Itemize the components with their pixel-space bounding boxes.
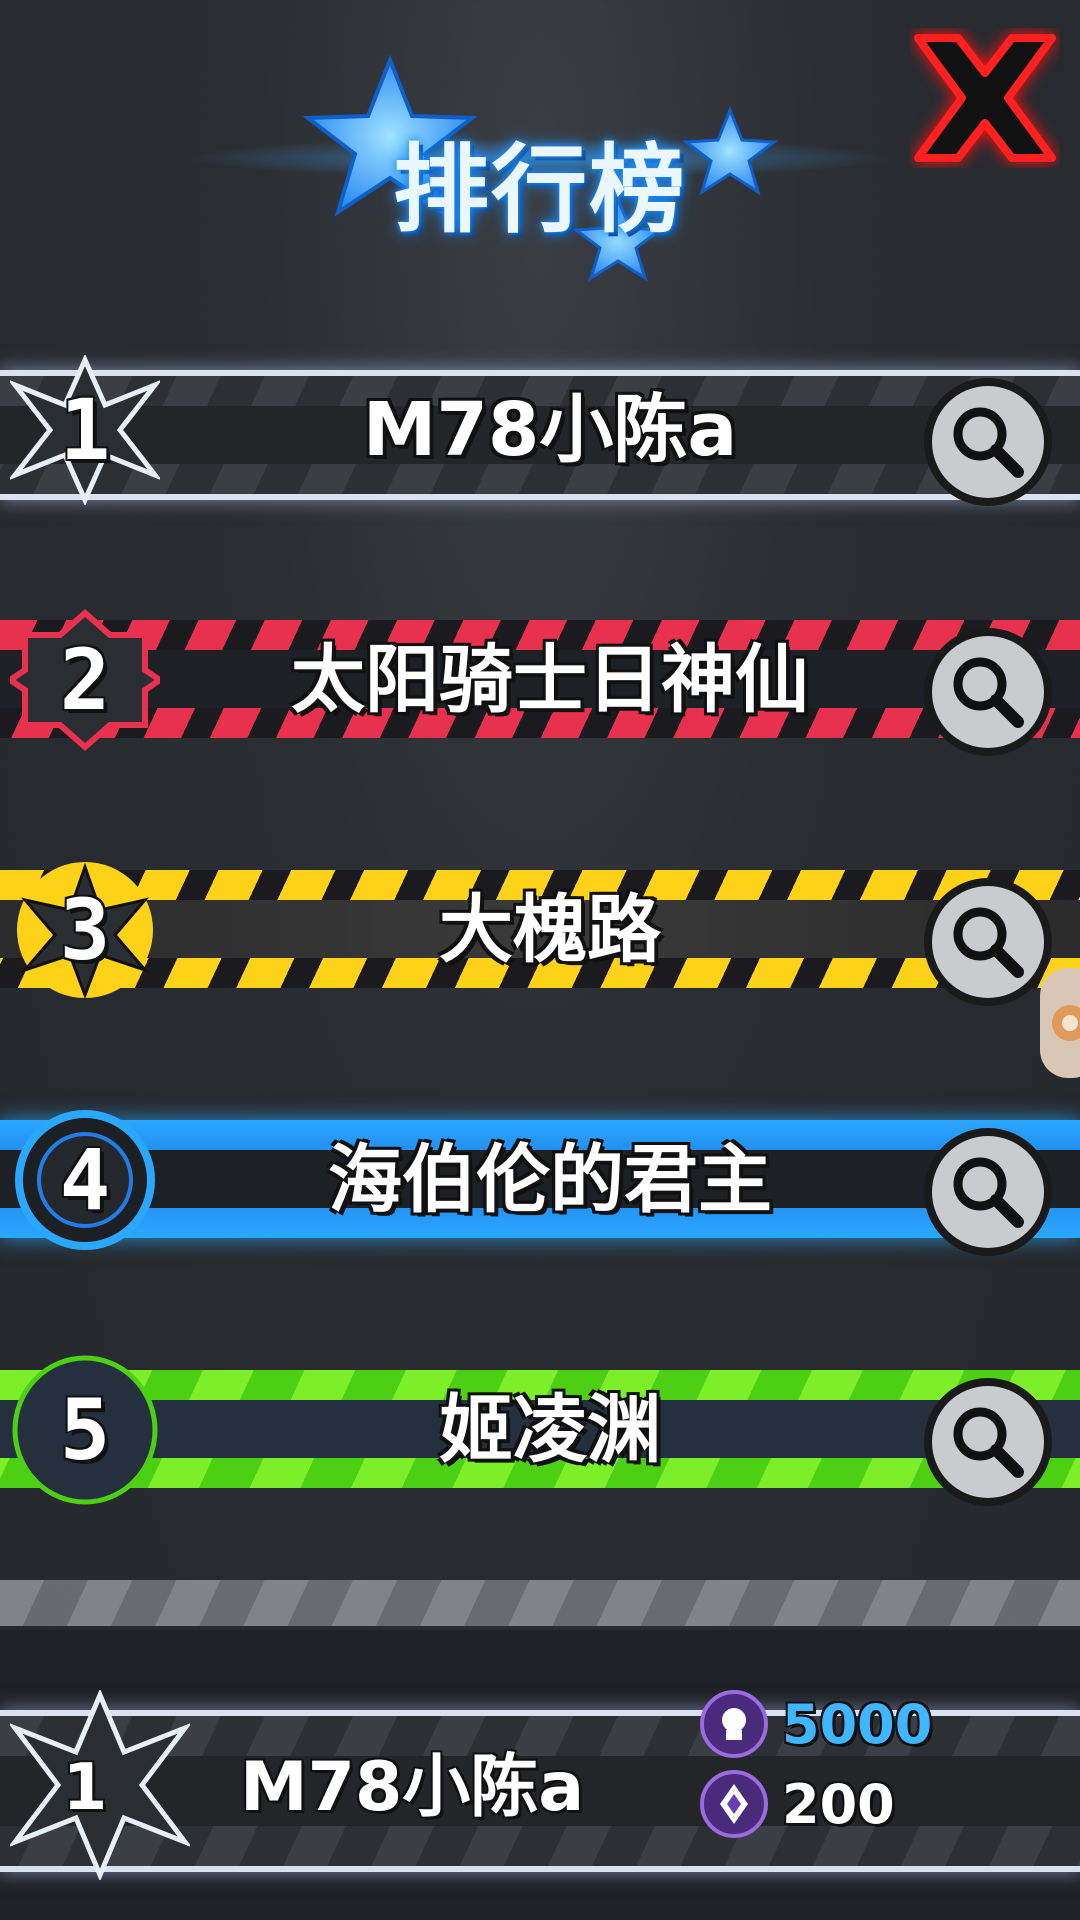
rank-number: 2: [59, 631, 111, 729]
rank-number: 1: [59, 381, 111, 479]
purple-token-icon: [700, 1690, 768, 1758]
currency-secondary-amount: 200: [782, 1773, 895, 1836]
leaderboard-header: 排行榜: [0, 0, 1080, 300]
currency-secondary: 200: [700, 1770, 980, 1840]
magnifier-icon[interactable]: [918, 1372, 1058, 1512]
rank-number: 3: [59, 881, 111, 979]
magnifier-icon[interactable]: [918, 1122, 1058, 1262]
leaderboard-row[interactable]: 2 太阳骑士日神仙: [0, 560, 1080, 800]
purple-gem-coin-icon: [700, 1770, 768, 1838]
list-divider: [0, 1580, 1080, 1626]
currency-primary-amount: 5000: [782, 1693, 933, 1756]
my-player-name: M78小陈a: [240, 1748, 585, 1827]
rank-number: 4: [59, 1131, 111, 1229]
leaderboard-row[interactable]: 1 M78小陈a: [0, 310, 1080, 550]
magnifier-icon[interactable]: [918, 622, 1058, 762]
player-name: 姬凌渊: [439, 1387, 661, 1473]
currency-primary: 5000: [700, 1690, 980, 1760]
my-rank-panel: 1 M78小陈a 5000 200: [0, 1630, 1080, 1920]
leaderboard-row[interactable]: 4 海伯伦的君主: [0, 1060, 1080, 1300]
close-x-icon[interactable]: [910, 28, 1060, 168]
magnifier-icon[interactable]: [918, 372, 1058, 512]
leaderboard-row[interactable]: 5 姬凌渊: [0, 1310, 1080, 1550]
leaderboard-row[interactable]: 3 大槐路: [0, 810, 1080, 1050]
side-handle-icon[interactable]: [1040, 968, 1080, 1078]
rank-number: 5: [59, 1381, 111, 1479]
my-rank-number: 1: [62, 1751, 108, 1825]
player-name: M78小陈a: [362, 387, 738, 473]
player-name: 大槐路: [439, 887, 661, 973]
magnifier-icon[interactable]: [918, 872, 1058, 1012]
player-name: 太阳骑士日神仙: [291, 637, 809, 723]
player-name: 海伯伦的君主: [328, 1137, 772, 1223]
